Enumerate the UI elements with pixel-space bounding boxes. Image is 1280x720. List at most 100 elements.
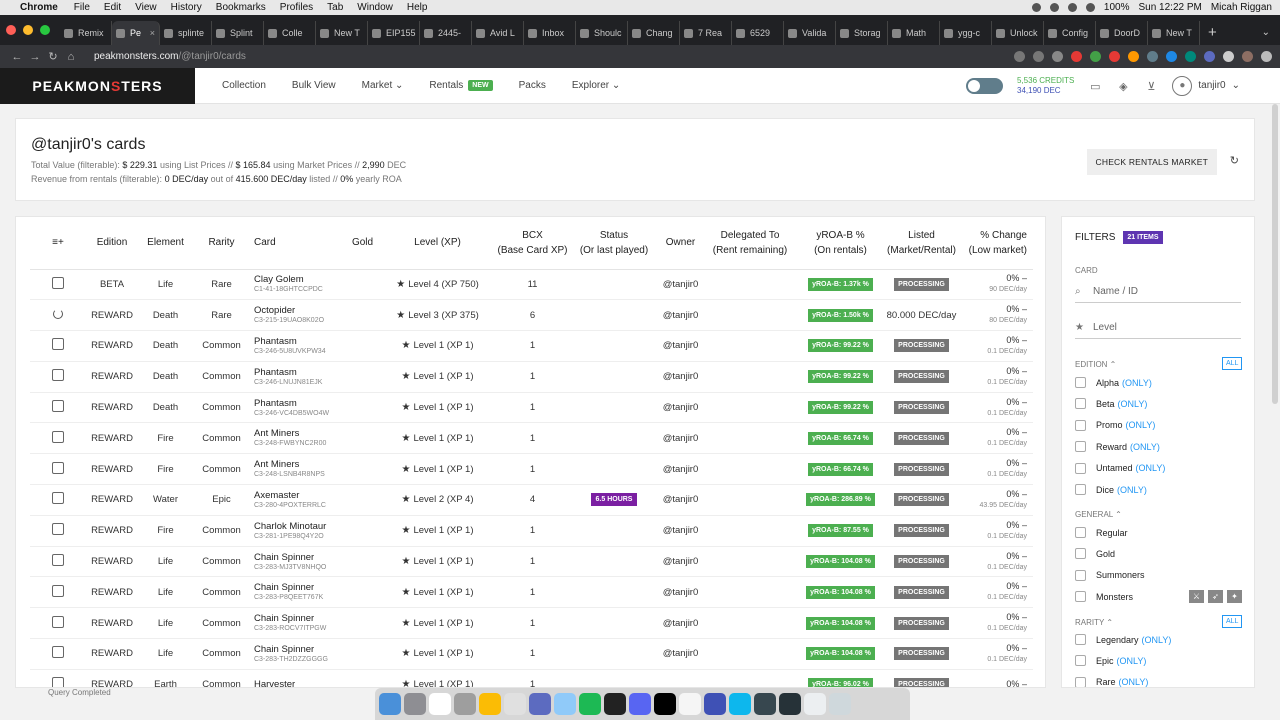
refresh-icon[interactable]: ↻ [1230,154,1239,167]
user-menu[interactable]: ● tanjir0 ⌄ [1172,75,1240,96]
card-name[interactable]: Ant Miners [254,459,345,470]
browser-tab[interactable]: ygg-c [940,21,992,45]
extension-icon[interactable] [1128,51,1139,62]
trash-icon[interactable] [829,693,851,715]
cell-card[interactable]: Charlok Minotaur C3-281-1PE98Q4Y2O [250,515,345,547]
cell-card[interactable]: Octopider C3-215-19UAO8K02O [250,299,345,332]
profile-avatar-icon[interactable] [1242,51,1253,62]
app-icon[interactable] [554,693,576,715]
filter-option-legendary[interactable]: Legendary (ONLY) [1075,634,1171,645]
browser-tab[interactable]: Colle [264,21,316,45]
docker-icon[interactable] [729,693,751,715]
filter-checkbox[interactable] [1075,676,1086,687]
table-row[interactable]: REWARD Death Common Phantasm C3-246-5U8UVKPW… [30,330,1033,362]
col-card[interactable]: Card [250,217,345,270]
filter-checkbox[interactable] [1075,484,1086,495]
extension-icon[interactable] [1204,51,1215,62]
menu-profiles[interactable]: Profiles [280,2,313,13]
only-link[interactable]: (ONLY) [1130,442,1160,452]
card-name[interactable]: Chain Spinner [254,582,345,593]
terminal-icon[interactable] [604,693,626,715]
finder-icon[interactable] [379,693,401,715]
filter-option-summoners[interactable]: Summoners [1075,569,1145,581]
back-icon[interactable]: ← [8,51,26,63]
settings-icon[interactable] [454,693,476,715]
browser-tab[interactable]: Avid L [472,21,524,45]
zoom-icon[interactable] [1014,51,1025,62]
only-link[interactable]: (ONLY) [1122,378,1152,388]
menu-help[interactable]: Help [407,2,428,13]
zoom-window-button[interactable] [40,25,50,35]
only-link[interactable]: (ONLY) [1119,677,1149,687]
card-name[interactable]: Harvester [254,679,345,687]
app-icon[interactable] [529,693,551,715]
cell-card[interactable]: Clay Golem C1-41-18GHTCCPDC [250,269,345,301]
filter-checkbox[interactable] [1075,591,1086,603]
edition-section-label[interactable]: EDITION ⌃ [1075,360,1116,369]
browser-tab[interactable]: Inbox [524,21,576,45]
extension-icon[interactable] [1071,51,1082,62]
bookmark-star-icon[interactable] [1033,51,1044,62]
extension-icon[interactable] [1147,51,1158,62]
table-row[interactable]: REWARD Death Rare Octopider C3-215-19UAO8K02… [30,299,1033,332]
filter-checkbox[interactable] [1075,377,1086,388]
table-row[interactable]: REWARD Earth Common Harvester ★ Level 1 (XP 1… [30,669,1033,687]
col-owner[interactable]: Owner [658,217,703,270]
browser-tab[interactable]: 7 Rea [680,21,732,45]
browser-tab[interactable]: New T [1148,21,1200,45]
col-change[interactable]: % Change (Low market) [959,217,1033,270]
nav-explorer[interactable]: Explorer ⌄ [572,80,620,91]
filter-option-regular[interactable]: Regular [1075,527,1128,538]
filter-option-gold[interactable]: Gold [1075,548,1115,560]
row-checkbox[interactable] [52,430,64,443]
card-name[interactable]: Chain Spinner [254,552,345,563]
bow-icon[interactable]: ➶ [1208,590,1223,603]
status-icon[interactable] [1067,3,1077,12]
inbox-icon[interactable]: ▭ [1088,80,1102,93]
peakmonsters-logo[interactable]: PEAKMON S TERS [0,67,195,104]
app-icon[interactable] [704,693,726,715]
browser-tab[interactable]: Config [1044,21,1096,45]
minimize-window-button[interactable] [23,25,33,35]
filter-option-promo[interactable]: Promo (ONLY) [1075,419,1155,431]
card-name[interactable]: Charlok Minotaur [254,521,345,532]
filter-checkbox[interactable] [1075,527,1086,538]
magic-icon[interactable]: ✦ [1227,590,1242,603]
filter-option-epic[interactable]: Epic (ONLY) [1075,655,1147,667]
col-yroa[interactable]: yROA-B % (On rentals) [797,217,884,270]
only-link[interactable]: (ONLY) [1117,656,1147,666]
filter-checkbox[interactable] [1075,398,1086,410]
launchpad-icon[interactable] [404,693,426,715]
discord-icon[interactable] [629,693,651,715]
card-name[interactable]: Phantasm [254,398,345,409]
browser-tab[interactable]: Chang [628,21,680,45]
browser-tab[interactable]: New T [316,21,368,45]
only-link[interactable]: (ONLY) [1117,485,1147,495]
table-row[interactable]: REWARD Death Common Phantasm C3-246-LNUJN81E… [30,361,1033,393]
status-icon[interactable] [1031,3,1041,12]
cell-card[interactable]: Chain Spinner C3-283-P8QEET767K [250,576,345,609]
menu-bookmarks[interactable]: Bookmarks [216,2,266,13]
app-icon[interactable] [754,693,776,715]
only-link[interactable]: (ONLY) [1136,463,1166,473]
card-name[interactable]: Chain Spinner [254,613,345,624]
close-tab-icon[interactable]: × [150,28,155,38]
menu-view[interactable]: View [135,2,157,13]
row-checkbox[interactable] [52,276,64,289]
menu-file[interactable]: File [74,2,90,13]
col-listed[interactable]: Listed (Market/Rental) [884,217,959,270]
cell-card[interactable]: Chain Spinner C3-283-MJ3TV8NHQO [250,546,345,578]
row-checkbox[interactable] [52,523,64,536]
filter-option-untamed[interactable]: Untamed (ONLY) [1075,462,1166,474]
spotify-icon[interactable] [579,693,601,715]
menu-window[interactable]: Window [357,2,393,13]
table-row[interactable]: REWARD Life Common Chain Spinner C3-283-TH2D… [30,638,1033,670]
row-checkbox[interactable] [52,554,64,567]
notes-icon[interactable] [429,693,451,715]
card-name[interactable]: Phantasm [254,336,345,347]
sword-icon[interactable]: ⚔ [1189,590,1204,603]
filter-option-rare[interactable]: Rare (ONLY) [1075,676,1149,687]
browser-tab[interactable]: Pe × [112,21,160,45]
extension-icon[interactable] [1109,51,1120,62]
filter-checkbox[interactable] [1075,419,1086,431]
